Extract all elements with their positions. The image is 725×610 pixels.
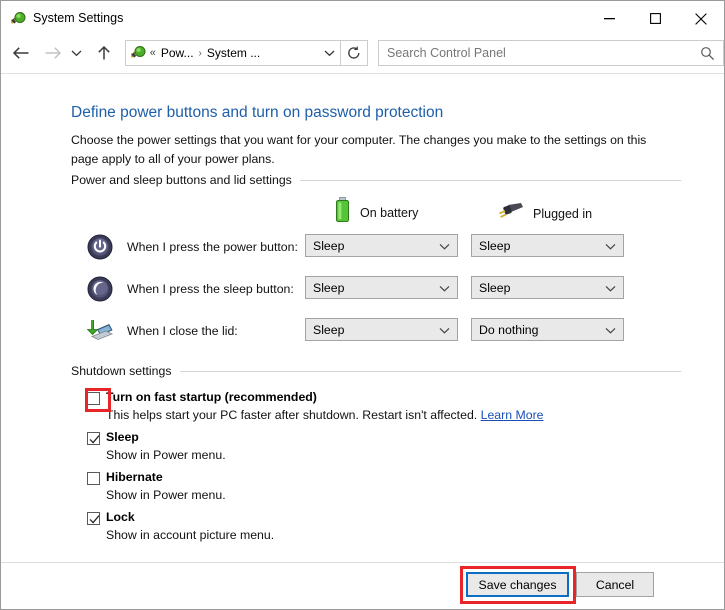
back-arrow-icon[interactable] [9,40,33,66]
sleep-checkbox-description: Show in Power menu. [106,448,226,462]
chevron-down-icon [439,321,450,339]
breadcrumb-separator: › [198,47,202,59]
sleep-button-on-battery-select[interactable]: Sleep [305,276,458,299]
sleep-button-row-label: When I press the sleep button: [127,282,294,296]
chevron-down-icon [439,237,450,255]
chevron-down-icon [605,279,616,297]
breadcrumb-item-power[interactable]: Pow... [161,46,194,60]
search-icon[interactable] [700,46,715,66]
search-placeholder: Search Control Panel [387,46,506,60]
up-arrow-icon[interactable] [92,40,116,66]
close-lid-plugged-in-select[interactable]: Do nothing [471,318,624,341]
power-section-label: Power and sleep buttons and lid settings [71,173,292,187]
sleep-moon-icon [87,276,113,302]
power-plug-icon [10,11,26,27]
title-bar: System Settings [1,4,724,33]
breadcrumb-overflow[interactable]: « [150,47,156,59]
breadcrumb-item-system[interactable]: System ... [207,46,260,60]
power-button-on-battery-select[interactable]: Sleep [305,234,458,257]
power-plug-icon [498,201,524,226]
power-button-row-label: When I press the power button: [127,240,298,254]
select-value: Sleep [313,280,345,295]
content-area: Define power buttons and turn on passwor… [1,74,724,562]
refresh-icon[interactable] [340,40,368,66]
chevron-down-icon [605,237,616,255]
navigation-bar: « Pow... › System ... Search Control Pan… [1,33,724,73]
battery-icon [334,197,351,228]
chevron-down-icon [605,321,616,339]
fast-startup-label[interactable]: Turn on fast startup (recommended) [106,390,317,404]
power-section-header: Power and sleep buttons and lid settings [71,173,681,187]
fast-startup-checkbox[interactable] [87,392,100,405]
plugged-in-label: Plugged in [533,206,593,221]
background-window-text: •••••••• ••••••• •••• •••••• ••••• [181,1,316,2]
search-input[interactable]: Search Control Panel [378,40,724,66]
setting-row-sleep-button: When I press the sleep button: Sleep Sle… [87,276,647,304]
window-title: System Settings [33,11,124,26]
column-header-plugged-in: Plugged in [498,201,592,226]
hibernate-checkbox[interactable] [87,472,100,485]
window-controls [586,4,724,33]
sleep-checkbox[interactable] [87,432,100,445]
recent-locations-icon[interactable] [68,40,86,66]
system-settings-window: •••••••• ••••••• •••• •••••• ••••• Syste… [0,0,725,610]
power-button-plugged-in-select[interactable]: Sleep [471,234,624,257]
minimize-icon[interactable] [586,4,632,33]
lock-checkbox-description: Show in account picture menu. [106,528,275,542]
learn-more-link[interactable]: Learn More [481,408,544,422]
forward-arrow-icon [41,40,65,66]
close-lid-row-label: When I close the lid: [127,324,238,338]
select-value: Sleep [313,238,345,253]
close-lid-laptop-icon [86,318,113,344]
page-title: Define power buttons and turn on passwor… [71,104,444,121]
page-description: Choose the power settings that you want … [71,133,647,166]
sleep-button-plugged-in-select[interactable]: Sleep [471,276,624,299]
chevron-down-icon[interactable] [318,41,340,65]
select-value: Sleep [479,280,511,295]
close-lid-on-battery-select[interactable]: Sleep [305,318,458,341]
shutdown-section-header: Shutdown settings [71,364,681,378]
select-value: Sleep [479,238,511,253]
hibernate-checkbox-label[interactable]: Hibernate [106,470,163,484]
power-section-rule [299,179,681,181]
fast-startup-desc-text: This helps start your PC faster after sh… [106,408,481,422]
column-header-on-battery: On battery [334,197,418,228]
chevron-down-icon [439,279,450,297]
power-button-icon [87,234,113,260]
address-power-plug-icon [130,45,146,61]
close-icon[interactable] [678,4,724,33]
shutdown-section-label: Shutdown settings [71,364,172,378]
fast-startup-description: This helps start your PC faster after sh… [106,408,544,422]
lock-checkbox[interactable] [87,512,100,525]
select-value: Do nothing [479,322,539,337]
hibernate-checkbox-description: Show in Power menu. [106,488,226,502]
lock-checkbox-label[interactable]: Lock [106,510,135,524]
save-changes-button[interactable]: Save changes [466,572,569,597]
cancel-button[interactable]: Cancel [576,572,654,597]
maximize-icon[interactable] [632,4,678,33]
sleep-checkbox-label[interactable]: Sleep [106,430,139,444]
setting-row-close-lid: When I close the lid: Sleep Do nothing [86,318,647,346]
address-bar[interactable]: « Pow... › System ... [124,40,342,66]
select-value: Sleep [313,322,345,337]
shutdown-section-rule [179,370,681,372]
setting-row-power-button: When I press the power button: Sleep Sle… [87,234,647,262]
footer-bar: Save changes Cancel [1,563,724,609]
on-battery-label: On battery [360,205,419,220]
